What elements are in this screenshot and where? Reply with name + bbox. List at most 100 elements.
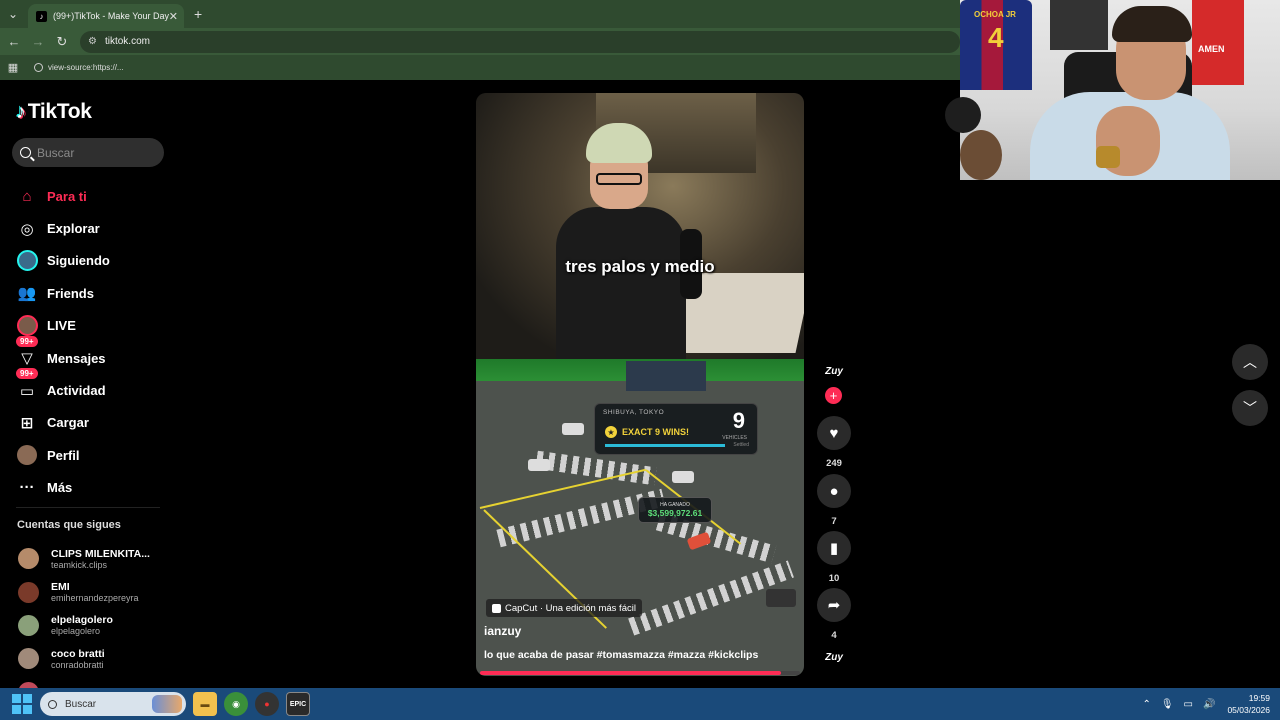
nav-item-label: Cargar bbox=[47, 415, 89, 431]
clock-date: 05/03/2026 bbox=[1227, 705, 1270, 715]
url-field[interactable]: ⚙ tiktok.com bbox=[80, 30, 960, 53]
like-action[interactable]: ♥ 249 bbox=[816, 416, 852, 469]
nav-item-3[interactable]: 👥 Friends bbox=[16, 277, 166, 309]
avatar bbox=[18, 614, 39, 636]
browser-tab[interactable]: ♪ (99+)TikTok - Make Your Day ✕ bbox=[28, 4, 184, 28]
nav-item-label: Para ti bbox=[47, 188, 87, 204]
nav-item-0[interactable]: ⌂ Para ti bbox=[16, 180, 166, 212]
live-avatar-icon bbox=[16, 315, 38, 337]
jersey-red: AMEN bbox=[1192, 0, 1244, 85]
hud-wins-text: EXACT 9 WINS! bbox=[622, 427, 690, 437]
car bbox=[528, 459, 550, 471]
video-player[interactable]: tres palos y medio SHIBUYA, TOKYO ★ EXAC… bbox=[476, 93, 804, 676]
comment-action[interactable]: ● 7 bbox=[816, 474, 852, 527]
nav-item-label: LIVE bbox=[47, 318, 76, 334]
start-button[interactable] bbox=[12, 694, 32, 714]
video-description[interactable]: lo que acaba de pasar #tomasmazza #mazza… bbox=[484, 649, 758, 661]
tab-close-icon[interactable]: ✕ bbox=[169, 10, 178, 23]
music-disc[interactable]: Zuy bbox=[819, 652, 849, 663]
tiktok-note-icon: ♪ bbox=[16, 100, 26, 123]
notification-badge: 99+ bbox=[16, 335, 38, 347]
chrome-icon[interactable]: ◉ bbox=[224, 692, 248, 716]
share-count: 4 bbox=[831, 630, 837, 641]
capcut-tag[interactable]: CapCut · Una edición más fácil bbox=[486, 599, 642, 617]
nav-item-4[interactable]: LIVE bbox=[16, 310, 166, 342]
microphone-icon[interactable]: 🎙 bbox=[1161, 699, 1174, 710]
bookmark-icon[interactable]: ▮ bbox=[817, 531, 851, 565]
partial-button[interactable] bbox=[945, 97, 981, 133]
chevron-up-icon: ︿ bbox=[1243, 354, 1257, 370]
nav-item-label: Perfil bbox=[47, 447, 80, 463]
comment-icon[interactable]: ● bbox=[817, 474, 851, 508]
share-icon[interactable]: ➦ bbox=[817, 588, 851, 622]
friends-icon: 👥 bbox=[17, 285, 37, 303]
back-button[interactable]: ← bbox=[2, 34, 26, 49]
fan bbox=[960, 130, 1002, 180]
upload-icon: ⊞ bbox=[20, 414, 34, 432]
site-info-icon[interactable]: ⚙ bbox=[88, 36, 97, 47]
following-item[interactable]: elpelagolero elpelagolero bbox=[18, 609, 168, 642]
tab-title: (99+)TikTok - Make Your Day bbox=[53, 11, 169, 21]
heart-icon[interactable]: ♥ bbox=[817, 416, 851, 450]
globe-icon bbox=[34, 63, 43, 72]
video-top-scene: tres palos y medio bbox=[476, 93, 804, 367]
nav-item-8[interactable]: Perfil bbox=[16, 439, 166, 471]
save-count: 10 bbox=[828, 573, 840, 584]
following-username: emihernandezpereyra bbox=[51, 593, 139, 604]
new-tab-button[interactable]: + bbox=[194, 6, 202, 22]
following-item[interactable]: EMI emihernandezpereyra bbox=[18, 575, 168, 608]
video-progress-bar[interactable] bbox=[480, 671, 800, 675]
nav-item-6[interactable]: ▭ 99+ Actividad bbox=[16, 368, 166, 406]
url-text: tiktok.com bbox=[104, 36, 150, 47]
car bbox=[766, 589, 796, 607]
tiktok-logo[interactable]: ♪ TikTok bbox=[16, 100, 92, 124]
creator-avatar[interactable]: Zuy bbox=[819, 366, 849, 386]
webcam-overlay: OCHOA JR 4 AMEN bbox=[960, 0, 1280, 180]
tray-expand-icon[interactable]: ⌃ bbox=[1142, 699, 1150, 710]
nav-item-5[interactable]: ▽ 99+ Mensajes bbox=[16, 335, 166, 374]
following-item[interactable]: coco bratti conradobratti bbox=[18, 642, 168, 675]
search-box[interactable] bbox=[12, 138, 164, 167]
following-item[interactable]: CLIPS MILENKITA... teamkick.clips bbox=[18, 542, 168, 575]
video-progress-fill bbox=[480, 671, 781, 675]
hud-vehicles: VEHICLES bbox=[722, 435, 747, 441]
avatar bbox=[18, 648, 39, 670]
reload-button[interactable]: ↻ bbox=[50, 34, 74, 50]
apps-grid-icon[interactable]: ▦ bbox=[0, 61, 26, 74]
search-input[interactable] bbox=[37, 145, 157, 160]
nav-item-label: Mensajes bbox=[47, 350, 106, 366]
volume-icon[interactable]: 🔊 bbox=[1203, 699, 1215, 710]
comment-count: 7 bbox=[831, 516, 837, 527]
taskbar-search[interactable]: Buscar bbox=[40, 692, 186, 716]
previous-video-button[interactable]: ︿ bbox=[1232, 344, 1268, 380]
nav-item-label: Actividad bbox=[47, 383, 106, 399]
follow-button[interactable]: + bbox=[825, 387, 842, 404]
nav-item-9[interactable]: ··· Más bbox=[16, 472, 166, 504]
video-username[interactable]: ianzuy bbox=[484, 624, 521, 638]
clock[interactable]: 19:59 05/03/2026 bbox=[1227, 692, 1270, 716]
next-video-button[interactable]: ﹀ bbox=[1232, 390, 1268, 426]
nav-item-2[interactable]: Siguiendo bbox=[16, 245, 166, 277]
nav-item-label: Explorar bbox=[47, 221, 100, 237]
save-action[interactable]: ▮ 10 bbox=[816, 531, 852, 584]
capcut-text: CapCut · Una edición más fácil bbox=[505, 602, 636, 614]
bookmark-item[interactable]: view-source:https://... bbox=[34, 63, 124, 72]
address-bar-row: ← → ↻ ⚙ tiktok.com bbox=[0, 28, 960, 55]
following-username: elpelagolero bbox=[51, 626, 101, 637]
jersey-barcelona: OCHOA JR 4 bbox=[960, 0, 1032, 90]
epic-games-icon[interactable]: EPIC bbox=[286, 692, 310, 716]
clock-time: 19:59 bbox=[1248, 693, 1270, 703]
following-name: EMI bbox=[51, 581, 70, 594]
video-person bbox=[556, 123, 686, 367]
app-icon[interactable]: ● bbox=[255, 692, 279, 716]
sidebar-divider bbox=[16, 507, 160, 508]
file-explorer-icon[interactable]: ▬ bbox=[193, 692, 217, 716]
tab-search-chevron-icon[interactable]: ⌄ bbox=[0, 0, 26, 28]
nav-item-7[interactable]: ⊞ Cargar bbox=[16, 407, 166, 439]
nav-item-1[interactable]: ◎ Explorar bbox=[16, 212, 166, 244]
share-action[interactable]: ➦ 4 bbox=[816, 588, 852, 641]
car bbox=[672, 471, 694, 483]
forward-button[interactable]: → bbox=[26, 34, 50, 49]
logo-text: TikTok bbox=[27, 100, 92, 123]
network-icon[interactable]: ▭ bbox=[1184, 699, 1193, 710]
